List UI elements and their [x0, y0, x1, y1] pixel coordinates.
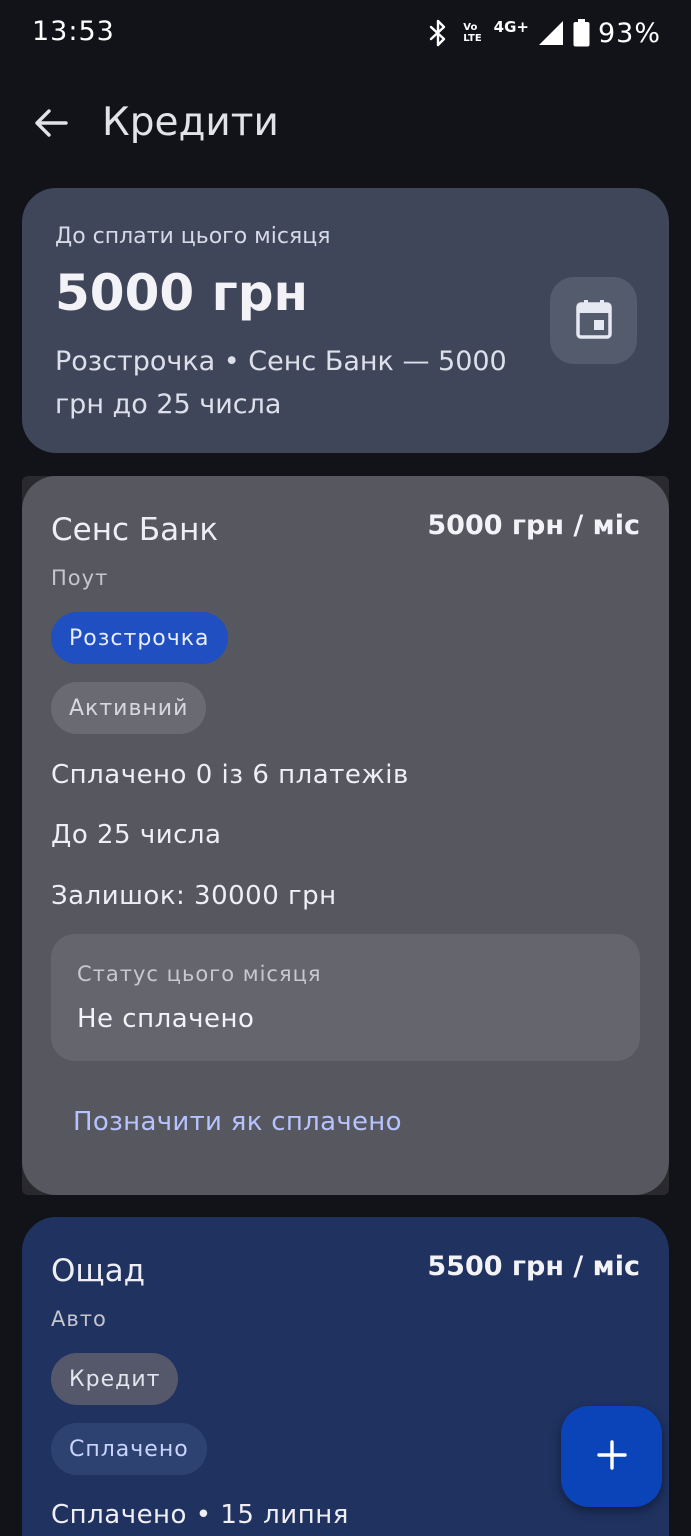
loan-state-chip: Активний — [51, 682, 207, 734]
loan-state-label: Активний — [69, 695, 189, 721]
loan-card: Сенс Банк 5000 грн / міс Поут Розстрочка… — [22, 476, 669, 1195]
back-button[interactable] — [26, 100, 76, 150]
add-icon — [596, 1439, 627, 1474]
bank-name: Сенс Банк — [51, 512, 219, 548]
loan-type-label: Кредит — [69, 1366, 161, 1392]
page-title: Кредити — [102, 100, 279, 145]
battery-percent: 93% — [597, 17, 661, 49]
battery-icon — [573, 19, 590, 47]
payment-status: Сплачено • 15 липня — [51, 1500, 349, 1530]
monthly-summary-card: До сплати цього місяця 5000 грн Розстроч… — [22, 188, 669, 453]
loan-state-chip: Сплачено — [51, 1423, 207, 1475]
calendar-button[interactable] — [550, 277, 637, 364]
monthly-payment: 5500 грн / міс — [427, 1251, 640, 1282]
loan-type-chip: Кредит — [51, 1353, 179, 1405]
summary-label: До сплати цього місяця — [55, 224, 331, 249]
loan-type-label: Розстрочка — [69, 625, 210, 651]
app-screen: 13:53 Vo LTE 4G+ 93% Кредити До сплати ц… — [0, 0, 691, 1536]
payments-progress: Сплачено 0 із 6 платежів — [51, 760, 409, 790]
network-type: 4G+ — [493, 18, 529, 36]
month-status-label: Статус цього місяця — [77, 962, 322, 986]
bluetooth-icon — [427, 19, 449, 47]
summary-detail: Розстрочка • Сенс Банк — 5000 грн до 25 … — [55, 346, 507, 420]
loan-subtitle: Поут — [51, 566, 109, 590]
volte-bottom: LTE — [463, 33, 482, 44]
add-loan-fab[interactable] — [561, 1406, 662, 1507]
top-app-bar: Кредити — [0, 80, 691, 170]
status-time: 13:53 — [32, 16, 115, 47]
calendar-today-icon — [575, 299, 612, 343]
month-status-value: Не сплачено — [77, 1004, 255, 1034]
bank-name: Ощад — [51, 1253, 146, 1289]
summary-amount: 5000 грн — [55, 264, 309, 322]
remaining-balance: Залишок: 30000 грн — [51, 881, 337, 911]
signal-icon — [537, 20, 565, 46]
loan-subtitle: Авто — [51, 1307, 107, 1331]
mark-paid-button[interactable]: Позначити як сплачено — [73, 1107, 402, 1137]
month-status-box: Статус цього місяця Не сплачено — [51, 934, 640, 1061]
loan-state-label: Сплачено — [69, 1436, 189, 1462]
monthly-payment: 5000 грн / міс — [427, 510, 640, 541]
status-icons: Vo LTE 4G+ 93% — [427, 14, 661, 52]
volte-top: Vo — [463, 22, 478, 33]
status-bar: 13:53 Vo LTE 4G+ 93% — [0, 0, 691, 66]
due-date: До 25 числа — [51, 820, 222, 850]
arrow-back-icon — [34, 108, 68, 142]
volte-icon: Vo LTE — [463, 22, 481, 44]
loan-type-chip: Розстрочка — [51, 612, 228, 664]
